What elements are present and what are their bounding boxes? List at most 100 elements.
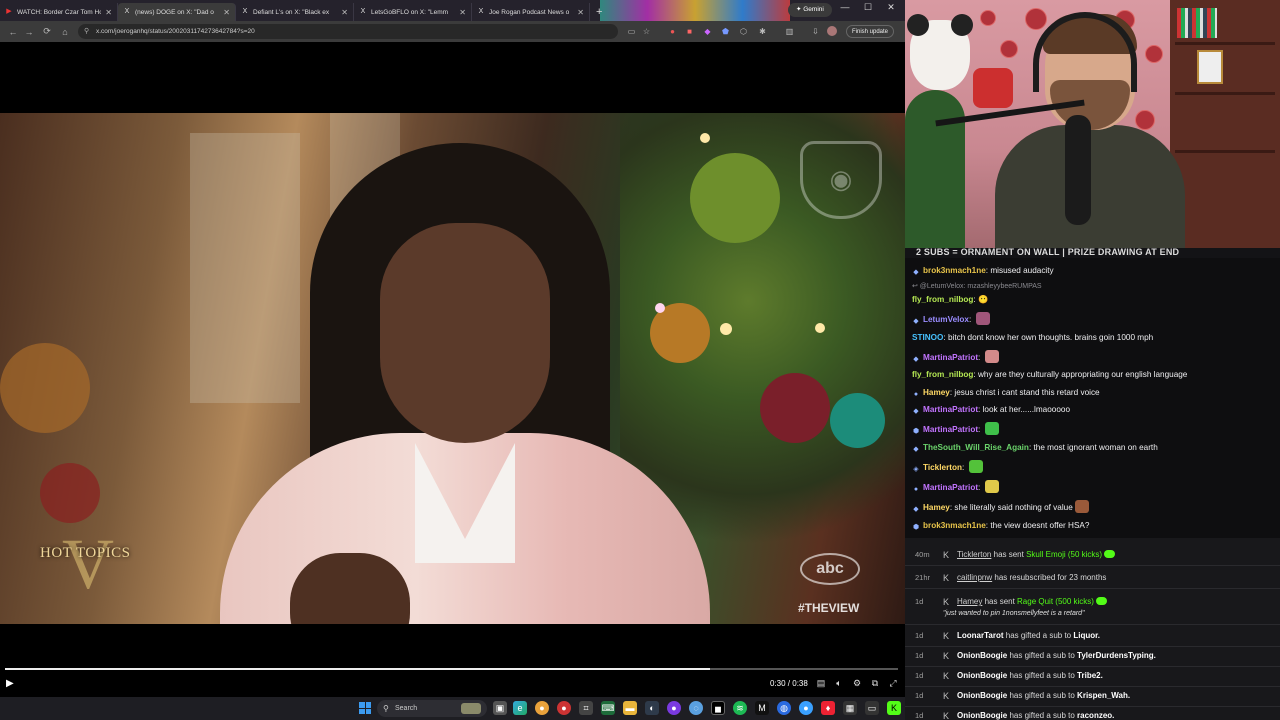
chat-username[interactable]: TheSouth_Will_Rise_Again xyxy=(923,443,1029,452)
emote-icon xyxy=(984,480,999,493)
finish-update-button[interactable]: Finish update xyxy=(846,25,895,38)
browser-tab[interactable]: X Joe Rogan Podcast News o ✕ xyxy=(472,3,590,21)
chat-username[interactable]: Ticklerton xyxy=(923,463,962,472)
extension-badge-icon[interactable]: ■ xyxy=(684,26,695,37)
event-target[interactable]: Krispen_Wah. xyxy=(1077,691,1130,700)
chat-username[interactable]: fly_from_nilbog xyxy=(912,370,973,379)
cast-icon[interactable]: ▭ xyxy=(626,26,637,37)
event-item: Rage Quit (500 kicks) xyxy=(1017,597,1094,606)
app-m-icon[interactable]: M xyxy=(755,701,769,715)
url-field[interactable]: ⚲ x.com/joeroganhq/status/20020311742736… xyxy=(78,24,618,39)
event-username[interactable]: OnionBoogie xyxy=(957,691,1007,700)
steam-icon[interactable]: ◐ xyxy=(645,701,659,715)
chat-username[interactable]: MartinaPatriot xyxy=(923,353,978,362)
side-panel-icon[interactable]: ▥ xyxy=(784,26,795,37)
close-tab-icon[interactable]: ✕ xyxy=(577,8,584,17)
app-icon[interactable]: ⌗ xyxy=(579,701,593,715)
chat-username[interactable]: MartinaPatriot xyxy=(923,483,978,492)
profile-avatar[interactable] xyxy=(827,26,837,36)
event-target[interactable]: TylerDurdensTyping. xyxy=(1077,651,1156,660)
captions-icon[interactable]: ▤ xyxy=(815,678,827,689)
event-username[interactable]: Hamey xyxy=(957,597,982,606)
forward-icon[interactable]: → xyxy=(20,27,38,37)
close-tab-icon[interactable]: ✕ xyxy=(105,8,112,17)
extension-purple-icon[interactable]: ◆ xyxy=(702,26,713,37)
minimize-icon[interactable]: — xyxy=(836,2,854,12)
app-sky-icon[interactable]: ● xyxy=(799,701,813,715)
app-purple-icon[interactable]: ● xyxy=(667,701,681,715)
event-target[interactable]: Tribe2. xyxy=(1077,671,1103,680)
terminal-icon[interactable]: ⌨ xyxy=(601,701,615,715)
chat-username[interactable]: LetumVelox xyxy=(923,315,969,324)
ornament xyxy=(760,373,830,443)
video-frame[interactable]: ◉ V HOT TOPICS abc #THEVIEW xyxy=(0,113,905,624)
edge-icon[interactable]: e xyxy=(513,701,527,715)
fullscreen-icon[interactable]: ⤢ xyxy=(887,678,899,689)
event-username[interactable]: Ticklerton xyxy=(957,550,991,559)
app-black-icon[interactable]: ◼ xyxy=(711,701,725,715)
play-icon[interactable]: ▶ xyxy=(6,678,14,689)
app-grid-icon[interactable]: ▦ xyxy=(843,701,857,715)
extension-icon[interactable]: ⬡ xyxy=(738,26,749,37)
divider xyxy=(905,646,1280,647)
app-window-icon[interactable]: ▭ xyxy=(865,701,879,715)
video-controls: ▶ 0:30 / 0:38 ▤ 🔈︎ ⚙ ⧉ ⤢ xyxy=(0,664,905,697)
chat-username[interactable]: STINOO xyxy=(912,333,943,342)
extensions-puzzle-icon[interactable]: ✱ xyxy=(757,26,768,37)
reload-icon[interactable]: ⟳ xyxy=(38,26,56,37)
browser-tab[interactable]: X Defiant L's on X: "Black ex ✕ xyxy=(236,3,354,21)
chat-username[interactable]: MartinaPatriot xyxy=(923,405,978,414)
event-target[interactable]: raconzeo. xyxy=(1077,711,1114,720)
chat-username[interactable]: brok3nmach1ne xyxy=(923,266,986,275)
browser-tab[interactable]: X (news) DOGE on X: "Dad o ✕ xyxy=(118,3,236,21)
bookmark-star-icon[interactable]: ☆ xyxy=(641,26,652,37)
event-username[interactable]: OnionBoogie xyxy=(957,711,1007,720)
x-logo-icon: X xyxy=(360,8,366,15)
event-username[interactable]: OnionBoogie xyxy=(957,671,1007,680)
spotify-icon[interactable]: ≋ xyxy=(733,701,747,715)
home-icon[interactable]: ⌂ xyxy=(56,27,74,37)
event-username[interactable]: LoonarTarot xyxy=(957,631,1004,640)
windows-start-icon[interactable] xyxy=(359,702,371,714)
gemini-button[interactable]: ✦ Gemini xyxy=(788,3,832,17)
taskbar-search[interactable]: ⚲ Search xyxy=(377,700,487,717)
chat-username[interactable]: fly_from_nilbog xyxy=(912,295,973,304)
progress-bar[interactable] xyxy=(5,668,898,670)
close-window-icon[interactable]: ✕ xyxy=(882,2,900,13)
mascot-ear xyxy=(951,14,973,36)
chrome-icon[interactable]: ● xyxy=(535,701,549,715)
divider xyxy=(905,624,1280,625)
new-tab-button[interactable]: + xyxy=(590,3,608,21)
chat-username[interactable]: MartinaPatriot xyxy=(923,425,978,434)
chat-username[interactable]: Hamey xyxy=(923,503,950,512)
task-view-icon[interactable]: ▣ xyxy=(493,701,507,715)
browser-tab[interactable]: X LetsGoBFLO on X: "Lemm ✕ xyxy=(354,3,472,21)
kick-k-icon: K xyxy=(943,550,950,560)
downloads-icon[interactable]: ⇩ xyxy=(810,26,821,37)
hot-topics-label: HOT TOPICS xyxy=(40,545,131,561)
app-globe-icon[interactable]: ◍ xyxy=(777,701,791,715)
extension-red-icon[interactable]: ● xyxy=(667,26,678,37)
chrome-red-icon[interactable]: ● xyxy=(557,701,571,715)
volume-icon[interactable]: 🔈︎ xyxy=(833,678,845,689)
chat-username[interactable]: Hamey xyxy=(923,388,950,397)
close-tab-icon[interactable]: ✕ xyxy=(459,8,466,17)
picture-in-picture-icon[interactable]: ⧉ xyxy=(869,678,881,689)
chat-username[interactable]: brok3nmach1ne xyxy=(923,521,986,530)
site-info-icon[interactable]: ⚲ xyxy=(84,24,89,39)
app-blue-icon[interactable]: ◌ xyxy=(689,701,703,715)
event-target[interactable]: Liquor. xyxy=(1073,631,1100,640)
event-username[interactable]: OnionBoogie xyxy=(957,651,1007,660)
event-action: has gifted a sub to xyxy=(1007,691,1078,700)
extension-shield-icon[interactable]: ⬟ xyxy=(720,26,731,37)
close-tab-icon[interactable]: ✕ xyxy=(223,8,230,17)
kick-icon[interactable]: K xyxy=(887,701,901,715)
red-decoration xyxy=(973,68,1013,108)
settings-icon[interactable]: ⚙ xyxy=(851,678,863,689)
maximize-icon[interactable]: ☐ xyxy=(859,2,877,13)
browser-tab[interactable]: ▶ WATCH: Border Czar Tom Hom ✕ xyxy=(0,3,118,21)
close-tab-icon[interactable]: ✕ xyxy=(341,8,348,17)
folder-icon[interactable]: ▬ xyxy=(623,701,637,715)
event-username[interactable]: caitlinpnw xyxy=(957,573,992,582)
maps-pin-icon[interactable]: ♦ xyxy=(821,701,835,715)
